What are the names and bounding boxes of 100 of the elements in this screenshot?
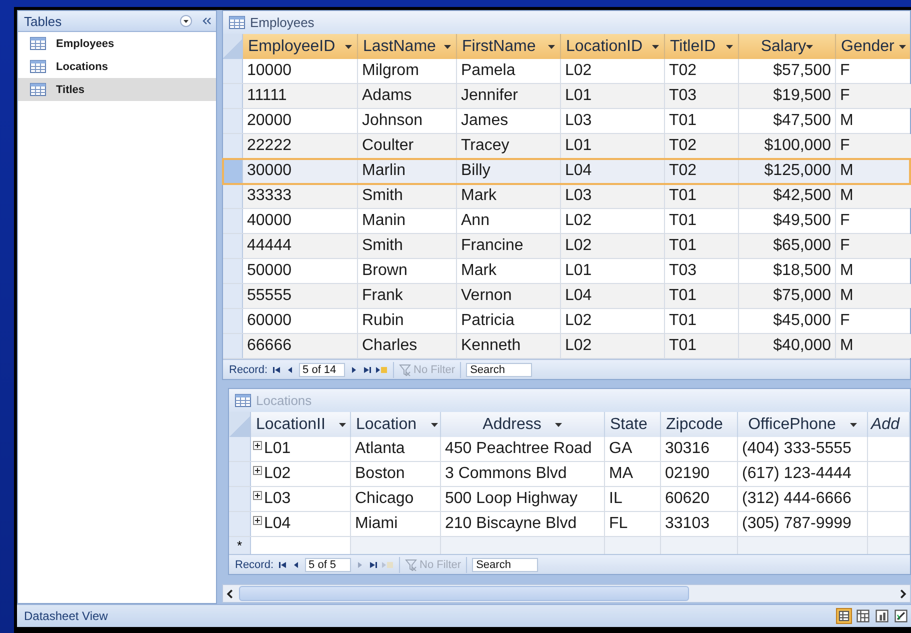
expand-icon[interactable] [253, 491, 262, 500]
pivot-table-icon[interactable] [855, 608, 871, 624]
table-row[interactable]: 22222 Coulter Tracey L01 T02 $100,000 F [223, 134, 910, 159]
table-cell: T03 [665, 84, 739, 108]
scroll-left-icon[interactable] [225, 588, 235, 598]
column-header[interactable]: TitleID [665, 34, 739, 59]
scroll-right-icon[interactable] [898, 588, 908, 598]
table-cell: James [457, 109, 561, 133]
table-cell: Smith [358, 234, 457, 258]
filter-icon [404, 558, 417, 570]
previous-record-icon[interactable] [292, 560, 300, 568]
table-cell: Patricia [457, 309, 561, 333]
column-header[interactable]: Gender [836, 34, 911, 59]
table-cell: $40,000 [739, 334, 836, 358]
table-cell: $125,000 [739, 159, 836, 183]
table-cell-text: L02 [264, 464, 291, 484]
dropdown-arrow-icon[interactable] [652, 44, 659, 48]
navigation-item[interactable]: Titles [18, 78, 216, 101]
table-cell: Mark [457, 184, 561, 208]
table-row[interactable]: 33333 Smith Mark L03 T01 $42,500 M [223, 184, 910, 209]
collapse-chevron-icon[interactable] [202, 17, 212, 25]
table-cell: Francine [457, 234, 561, 258]
next-record-icon[interactable] [350, 366, 358, 374]
column-header[interactable]: Salary [739, 34, 836, 59]
table-cell: $75,000 [739, 284, 836, 308]
table-icon [235, 394, 251, 407]
dropdown-arrow-icon[interactable] [850, 422, 857, 426]
table-cell: T01 [665, 109, 739, 133]
table-cell: Johnson [358, 109, 457, 133]
table-cell: L02 [561, 334, 665, 358]
table-cell: 30000 [243, 159, 358, 183]
design-view-icon[interactable] [893, 608, 909, 624]
table-cell: Adams [358, 84, 457, 108]
filter-icon [398, 364, 411, 376]
new-record-icon[interactable] [376, 366, 388, 374]
dropdown-circle-icon[interactable] [180, 15, 192, 27]
column-header[interactable]: FirstName [457, 34, 561, 59]
table-cell: T01 [665, 209, 739, 233]
last-record-icon[interactable] [362, 366, 371, 374]
column-header[interactable]: EmployeeID [243, 34, 358, 59]
table-icon [30, 83, 46, 96]
table-cell: $42,500 [739, 184, 836, 208]
record-position-field[interactable]: 5 of 14 [298, 362, 345, 376]
table-cell: M [836, 284, 911, 308]
table-cell: Mark [457, 259, 561, 283]
table-cell: Brown [358, 259, 457, 283]
dropdown-arrow-icon[interactable] [339, 422, 346, 426]
navigation-item[interactable]: Locations [18, 55, 216, 78]
table-cell-text: L01 [264, 439, 291, 459]
first-record-icon[interactable] [278, 560, 287, 568]
dropdown-arrow-icon[interactable] [555, 422, 562, 426]
datasheet-view-icon[interactable] [836, 608, 852, 624]
table-row[interactable]: 11111 Adams Jennifer L01 T03 $19,500 F [223, 84, 910, 109]
table-row[interactable]: 44444 Smith Francine L02 T01 $65,000 F [223, 234, 910, 259]
table-cell: 10000 [243, 59, 358, 83]
dropdown-arrow-icon[interactable] [726, 44, 733, 48]
table-cell: Vernon [457, 284, 561, 308]
dropdown-arrow-icon[interactable] [345, 44, 352, 48]
table-row[interactable]: 55555 Frank Vernon L04 T01 $75,000 M [223, 284, 910, 309]
last-record-icon[interactable] [368, 560, 377, 568]
table-cell: Billy [457, 159, 561, 183]
column-header[interactable]: LastName [358, 34, 457, 59]
pivot-chart-icon[interactable] [874, 608, 890, 624]
table-cell: $18,500 [739, 259, 836, 283]
table-cell: F [836, 309, 911, 333]
table-cell: T01 [665, 334, 739, 358]
table-cell: F [836, 134, 911, 158]
search-field[interactable]: Search [466, 362, 532, 376]
table-cell: T01 [665, 309, 739, 333]
column-header[interactable]: LocationID [561, 34, 665, 59]
dropdown-arrow-icon[interactable] [899, 44, 906, 48]
table-cell: Rubin [358, 309, 457, 333]
new-row-marker: * [229, 537, 251, 554]
table-cell: T02 [665, 159, 739, 183]
record-label: Record: [235, 558, 274, 570]
dropdown-arrow-icon[interactable] [548, 44, 555, 48]
record-position-field[interactable]: 5 of 5 [304, 558, 351, 572]
table-cell: M [836, 334, 911, 358]
search-field[interactable]: Search [472, 558, 538, 572]
table-cell: Kenneth [457, 334, 561, 358]
table-icon [229, 16, 245, 29]
expand-icon[interactable] [253, 441, 262, 450]
expand-icon[interactable] [253, 466, 262, 475]
table-cell: $45,000 [739, 309, 836, 333]
table-row[interactable]: 30000 Marlin Billy L04 T02 $125,000 M [223, 159, 910, 184]
dropdown-arrow-icon[interactable] [444, 44, 451, 48]
table-cell: 44444 [243, 234, 358, 258]
table-row[interactable]: 66666 Charles Kenneth L02 T01 $40,000 M [223, 334, 910, 359]
expand-icon[interactable] [253, 516, 262, 525]
table-cell: L01 [561, 84, 665, 108]
dropdown-arrow-icon[interactable] [806, 44, 814, 48]
navigation-pane-title[interactable]: Tables [24, 14, 174, 28]
first-record-icon[interactable] [272, 366, 281, 374]
navigation-item[interactable]: Employees [18, 32, 216, 55]
dropdown-arrow-icon[interactable] [430, 422, 438, 426]
table-cell: L01 [561, 134, 665, 158]
table-cell: $100,000 [739, 134, 836, 158]
table-cell: $19,500 [739, 84, 836, 108]
horizontal-scrollbar[interactable] [222, 584, 911, 603]
previous-record-icon[interactable] [286, 366, 294, 374]
